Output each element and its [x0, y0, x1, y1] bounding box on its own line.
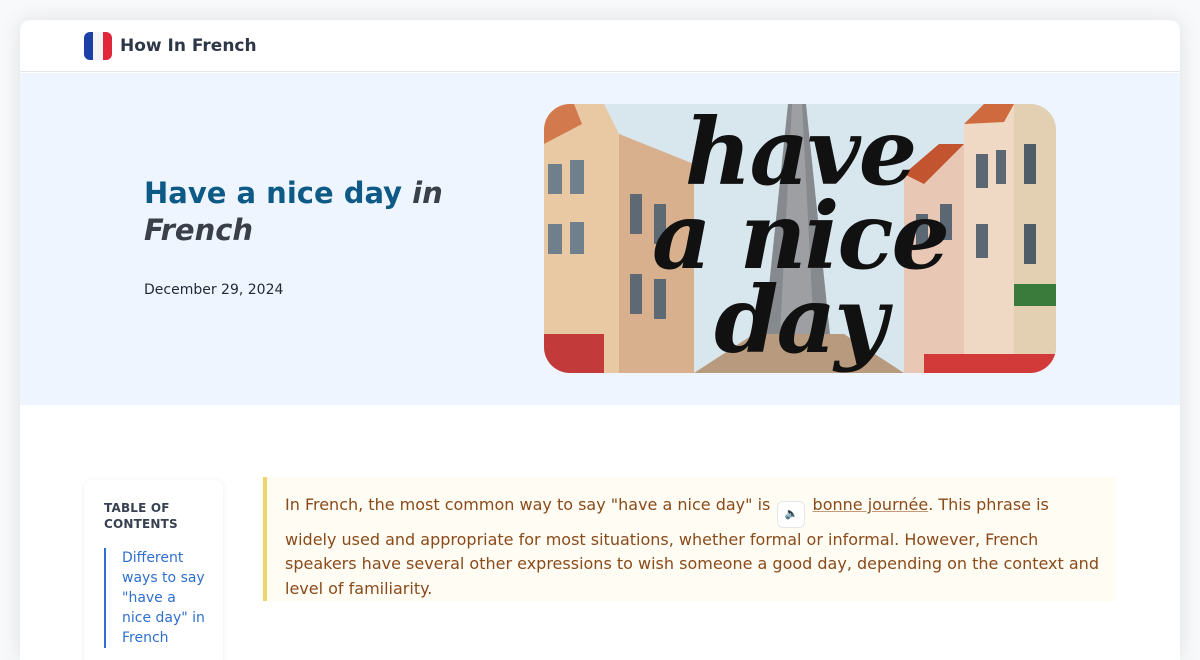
phrase-link-bonne-journee[interactable]: bonne journée: [813, 495, 929, 514]
brand-link[interactable]: How In French: [120, 36, 257, 56]
hero: Have a nice day in French December 29, 2…: [20, 73, 1180, 405]
page-title: Have a nice day in French: [144, 175, 484, 249]
table-of-contents: TABLE OF CONTENTS Different ways to say …: [84, 480, 223, 660]
page: How In French Have a nice day in French …: [20, 20, 1180, 660]
hero-image-caption: have a nice day: [544, 104, 1056, 373]
title-italic-in: in: [412, 176, 443, 210]
toc-heading: TABLE OF CONTENTS: [104, 501, 178, 531]
hero-image: have a nice day: [544, 104, 1056, 373]
image-text-line-3: day: [714, 266, 887, 373]
title-italic-french: French: [144, 213, 254, 247]
site-header: How In French: [20, 20, 1180, 72]
french-flag-icon[interactable]: [84, 31, 112, 60]
callout-text-before: In French, the most common way to say "h…: [285, 495, 771, 514]
toc-list: Different ways to say "have a nice day" …: [104, 548, 223, 648]
intro-callout: In French, the most common way to say "h…: [263, 477, 1116, 601]
speaker-icon[interactable]: 🔈: [777, 500, 806, 528]
title-main: Have a nice day: [144, 176, 403, 210]
toc-item-different-ways[interactable]: Different ways to say "have a nice day" …: [122, 548, 208, 648]
publish-date: December 29, 2024: [144, 282, 284, 298]
